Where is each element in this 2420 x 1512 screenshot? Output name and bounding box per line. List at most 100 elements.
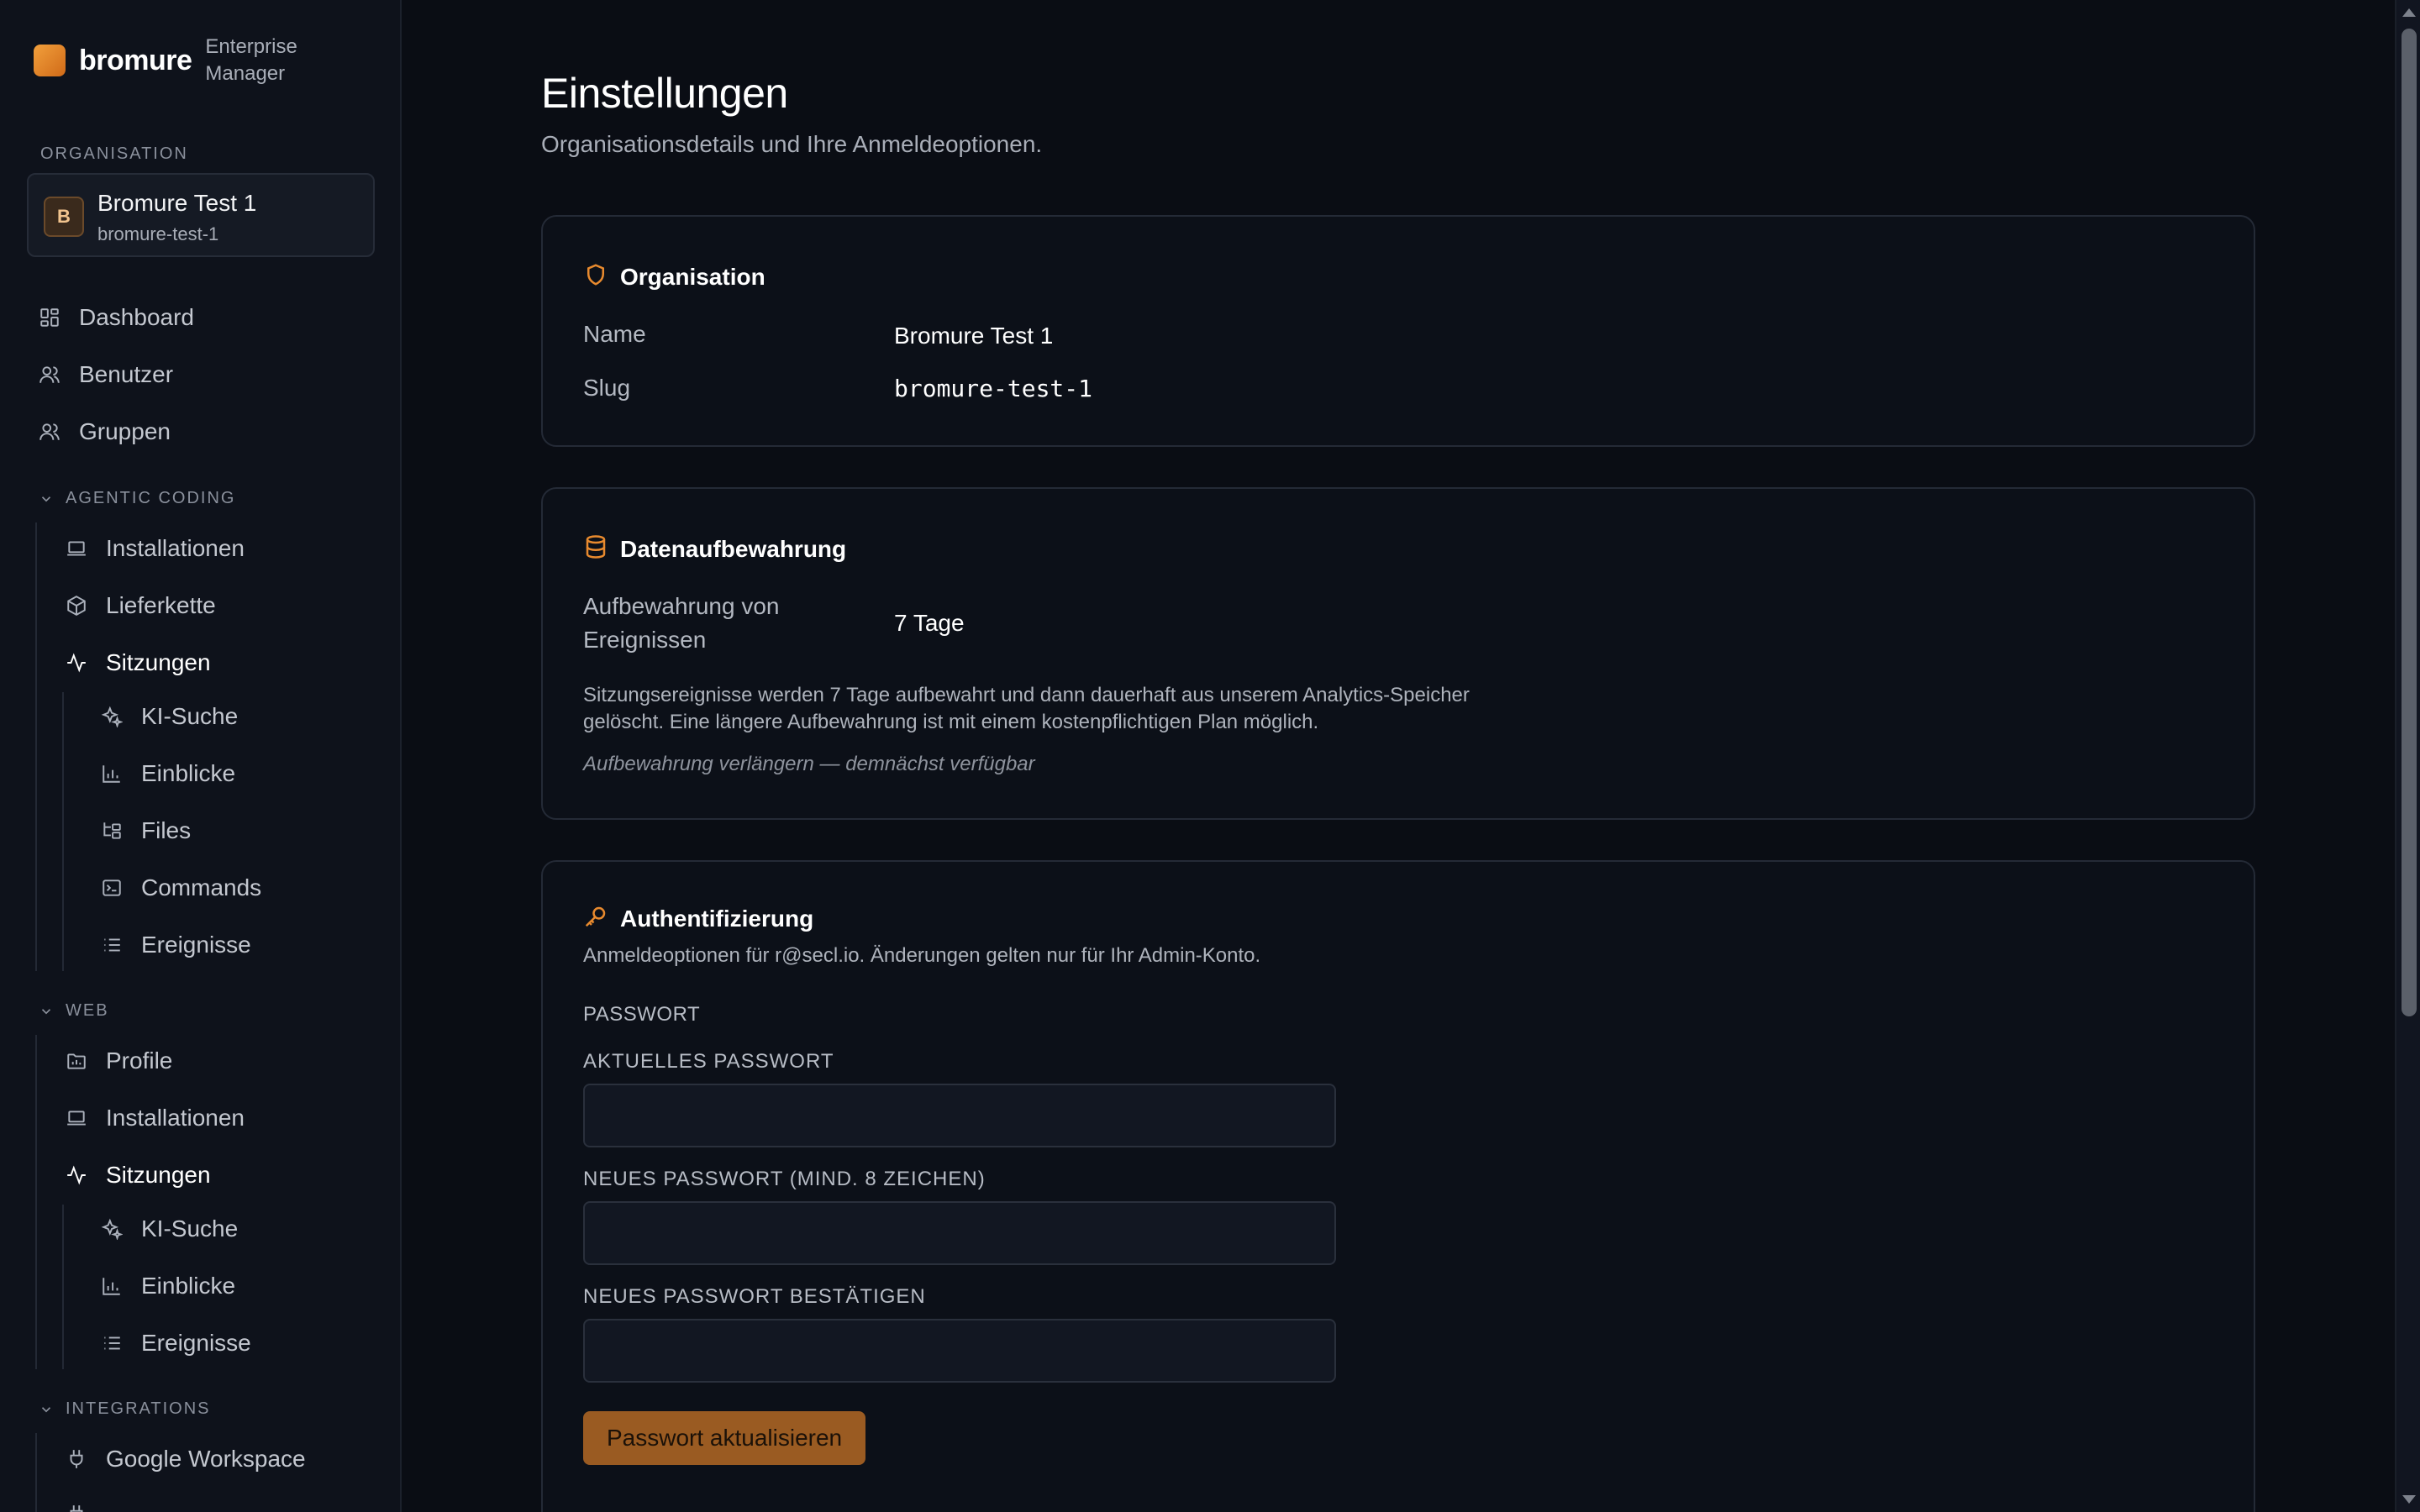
sidebar-item-label: Commands [141, 874, 262, 900]
auth-subtitle: Anmeldeoptionen für r@secl.io. Änderunge… [583, 944, 1261, 967]
scroll-thumb[interactable] [2402, 29, 2417, 1016]
chevron-down-icon [39, 1402, 54, 1417]
sidebar-item-installationen[interactable]: Installationen [64, 525, 245, 572]
sidebar-item-ereignisse[interactable]: Ereignisse [99, 921, 251, 969]
activity-icon [64, 650, 89, 675]
sidebar-item-web-installationen[interactable]: Installationen [64, 1095, 245, 1142]
card-title: Authentifizierung [620, 905, 814, 932]
list-icon [99, 932, 124, 958]
scroll-up-arrow-icon[interactable] [2402, 8, 2416, 17]
retention-label-line2: Ereignissen [583, 627, 707, 653]
organisation-switcher[interactable]: B Bromure Test 1 bromure-test-1 [27, 173, 375, 257]
group-label: WEB [66, 1001, 109, 1020]
group-toggle-agentic-coding[interactable]: AGENTIC CODING [39, 489, 235, 508]
subgroup-divider [62, 1205, 64, 1369]
sidebar-item-label: Einblicke [141, 760, 236, 786]
sidebar-item-sitzungen[interactable]: Sitzungen [64, 639, 211, 686]
group-toggle-integrations[interactable]: INTEGRATIONS [39, 1399, 211, 1419]
sidebar-item-label: Gruppen [79, 418, 171, 444]
sidebar-item-next[interactable] [64, 1491, 106, 1512]
sidebar-item-label: Installationen [106, 535, 245, 561]
sidebar-item-label: KI-Suche [141, 703, 239, 729]
group-divider [35, 1035, 37, 1369]
update-password-button[interactable]: Passwort aktualisieren [583, 1411, 866, 1465]
group-label: INTEGRATIONS [66, 1399, 211, 1418]
new-password-input[interactable] [583, 1201, 1336, 1265]
sidebar-item-label: Installationen [106, 1105, 245, 1131]
sidebar-item-web-einblicke[interactable]: Einblicke [99, 1263, 235, 1310]
sidebar-item-dashboard[interactable]: Dashboard [37, 294, 194, 341]
group-toggle-web[interactable]: WEB [39, 1001, 109, 1021]
scroll-down-arrow-icon[interactable] [2402, 1495, 2416, 1504]
brand-subtitle-line2: Manager [205, 62, 286, 85]
brand[interactable]: bromure Enterprise Manager [34, 34, 297, 87]
chevron-down-icon [39, 491, 54, 507]
sidebar-item-einblicke[interactable]: Einblicke [99, 750, 235, 797]
sidebar-item-gruppen[interactable]: Gruppen [37, 408, 171, 455]
current-password-label: AKTUELLES PASSWORT [583, 1050, 834, 1073]
retention-note-line2: gelöscht. Eine längere Aufbewahrung ist … [583, 711, 1319, 733]
organisation-slug: bromure-test-1 [97, 223, 219, 244]
avatar: B [44, 197, 84, 237]
slug-label: Slug [583, 375, 631, 401]
new-password-label: NEUES PASSWORT (MIND. 8 ZEICHEN) [583, 1168, 986, 1190]
sidebar-item-label: Profile [106, 1047, 173, 1074]
card-title: Organisation [620, 263, 765, 290]
sidebar-item-label: Einblicke [141, 1273, 236, 1299]
sidebar-item-commands[interactable]: Commands [99, 864, 261, 911]
sidebar-item-label: KI-Suche [141, 1215, 239, 1242]
retention-card: Datenaufbewahrung Aufbewahrung von Ereig… [541, 487, 2255, 820]
slug-value: bromure-test-1 [894, 375, 1093, 402]
card-title: Datenaufbewahrung [620, 535, 847, 562]
activity-icon [64, 1163, 89, 1188]
organisation-name: Bromure Test 1 [97, 190, 257, 216]
group-divider [35, 522, 37, 971]
sidebar-item-files[interactable]: Files [99, 807, 191, 854]
password-section-label: PASSWORT [583, 1003, 701, 1026]
group-divider [35, 1433, 37, 1512]
sidebar-item-web-sitzungen[interactable]: Sitzungen [64, 1152, 211, 1199]
sidebar-item-web-ki-suche[interactable]: KI-Suche [99, 1205, 238, 1252]
sidebar-item-profile[interactable]: Profile [64, 1037, 172, 1084]
retention-note: Sitzungsereignisse werden 7 Tage aufbewa… [583, 682, 1591, 736]
list-icon [99, 1331, 124, 1356]
retention-value: 7 Tage [894, 610, 965, 636]
sidebar-item-ki-suche[interactable]: KI-Suche [99, 693, 238, 740]
shield-icon [583, 262, 620, 291]
card-header: Organisation [583, 262, 765, 291]
retention-note-line1: Sitzungsereignisse werden 7 Tage aufbewa… [583, 684, 1470, 706]
sidebar-item-google-workspace[interactable]: Google Workspace [64, 1436, 306, 1483]
group-label: AGENTIC CODING [66, 489, 236, 507]
organisation-card: Organisation Name Bromure Test 1 Slug br… [541, 215, 2255, 447]
retention-label: Aufbewahrung von Ereignissen [583, 590, 780, 657]
bar-chart-icon [99, 1273, 124, 1299]
plug-icon [64, 1502, 89, 1512]
sidebar-item-label: Sitzungen [106, 1162, 211, 1188]
sidebar-item-web-ereignisse[interactable]: Ereignisse [99, 1320, 251, 1367]
laptop-icon [64, 536, 89, 561]
bar-chart-icon [99, 761, 124, 786]
brand-logo [34, 45, 66, 76]
scrollbar[interactable] [2395, 0, 2420, 1512]
sidebar-item-benutzer[interactable]: Benutzer [37, 351, 173, 398]
sidebar-item-lieferkette[interactable]: Lieferkette [64, 582, 216, 629]
plug-icon [64, 1446, 89, 1472]
package-icon [64, 593, 89, 618]
database-icon [583, 534, 620, 564]
subgroup-divider [62, 692, 64, 971]
extend-retention-note: Aufbewahrung verlängern — demnächst verf… [583, 753, 1035, 775]
laptop-icon [64, 1105, 89, 1131]
brand-name: bromure [79, 44, 192, 76]
sidebar-item-label: Ereignisse [141, 932, 251, 958]
sidebar-item-label: Google Workspace [106, 1446, 306, 1472]
name-label: Name [583, 321, 646, 347]
name-value: Bromure Test 1 [894, 323, 1054, 349]
folder-tree-icon [99, 818, 124, 843]
confirm-password-input[interactable] [583, 1319, 1336, 1383]
folder-icon [64, 1048, 89, 1074]
users-icon [37, 362, 62, 387]
sidebar-item-label: Ereignisse [141, 1330, 251, 1356]
brand-subtitle-line1: Enterprise [205, 35, 297, 58]
current-password-input[interactable] [583, 1084, 1336, 1147]
brand-subtitle: Enterprise Manager [205, 34, 297, 87]
